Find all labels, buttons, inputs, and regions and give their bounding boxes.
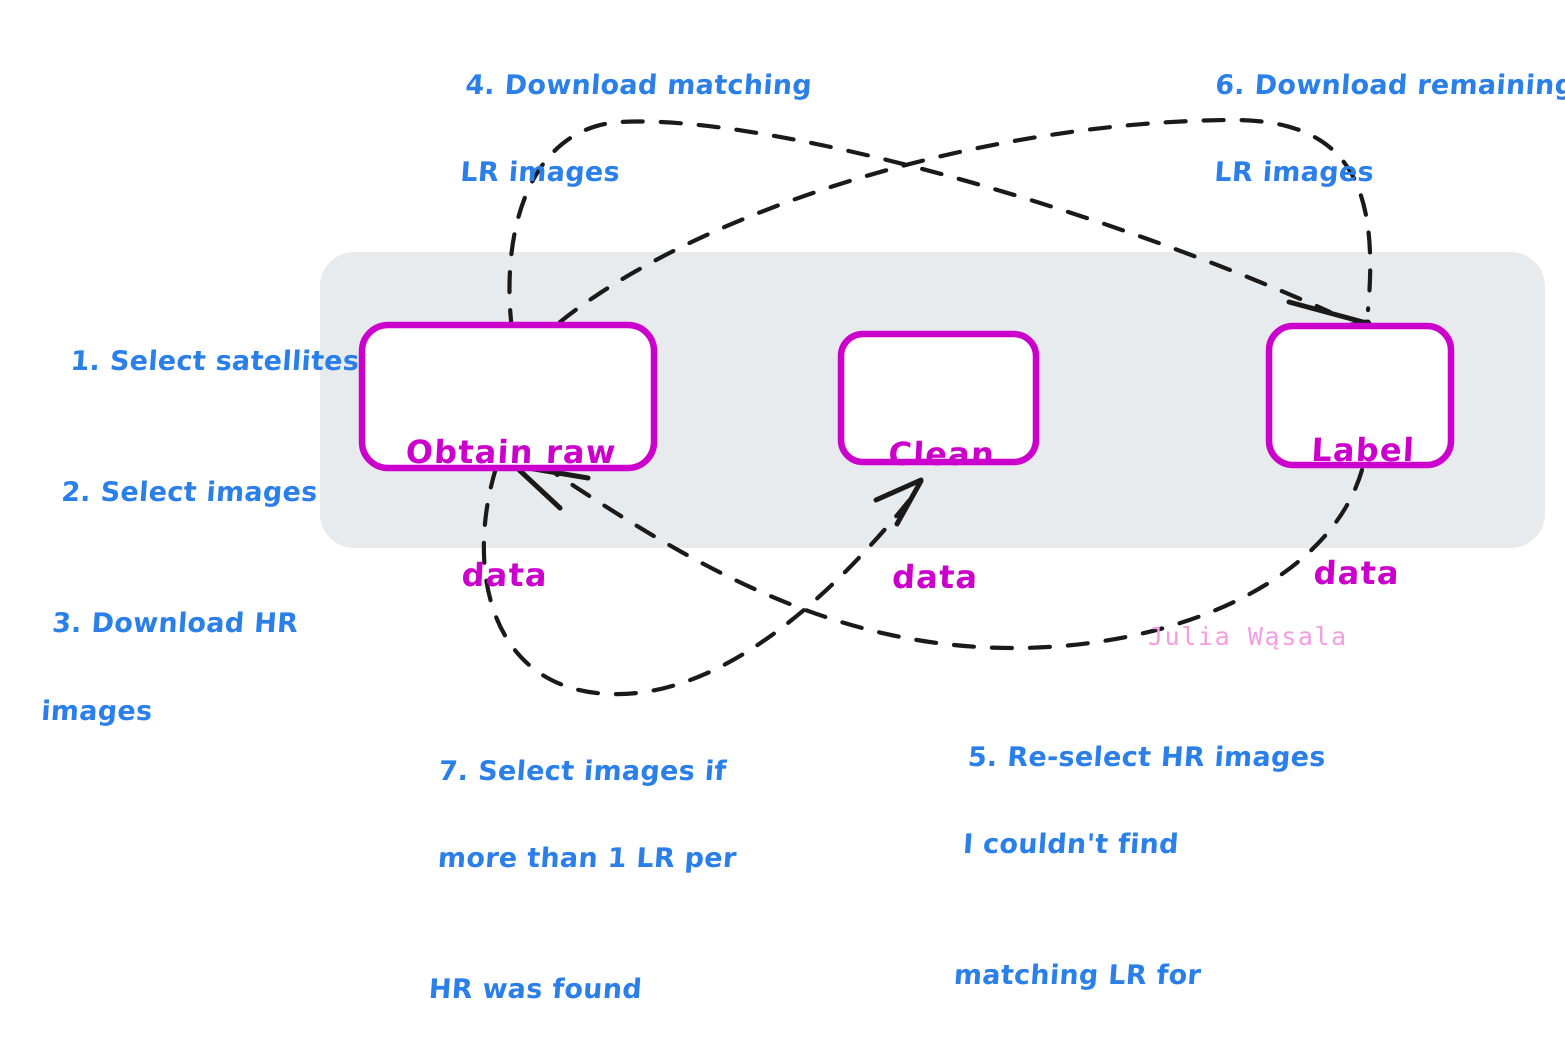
- step-3-text-cont: images: [40, 695, 154, 727]
- step-2-text: 2. Select images: [60, 476, 319, 508]
- step-4-text-cont: LR images: [459, 157, 622, 189]
- step-5-text: 5. Re-select HR images: [966, 741, 1327, 773]
- annotation-left-steps: 1. Select satellites 2. Select images 3.…: [0, 296, 364, 821]
- annotation-steps-7-10: 7. Select images if more than 1 LR per H…: [339, 706, 754, 1046]
- node-label-data[interactable]: [1265, 322, 1455, 469]
- step-3-text: 3. Download HR: [51, 608, 300, 640]
- step-7-text-cont2: HR was found: [427, 974, 643, 1006]
- step-5-text-cont2: matching LR for: [952, 960, 1203, 992]
- author-signature: Julia Wąsala: [1148, 622, 1348, 651]
- node-obtain-raw-data[interactable]: [358, 321, 658, 472]
- step-7-text-cont1: more than 1 LR per: [436, 843, 738, 875]
- annotation-step-4: 4. Download matching LR images: [413, 20, 817, 282]
- diagram-canvas: Obtain raw data Clean data Label data 1.…: [0, 0, 1565, 1046]
- step-1-text: 1. Select satellites: [69, 345, 361, 377]
- step-6-text-cont: LR images: [1213, 157, 1376, 189]
- annotation-step-6: 6. Download remaining LR images: [1163, 20, 1565, 282]
- step-7-text: 7. Select images if: [437, 755, 728, 787]
- annotation-step-5: 5. Re-select HR images I couldn't find m…: [906, 692, 1330, 1046]
- step-6-text: 6. Download remaining: [1214, 69, 1565, 101]
- step-5-text-cont1: I couldn't find: [962, 829, 1180, 861]
- node-clean-data[interactable]: [837, 330, 1040, 466]
- step-4-text: 4. Download matching: [464, 69, 814, 101]
